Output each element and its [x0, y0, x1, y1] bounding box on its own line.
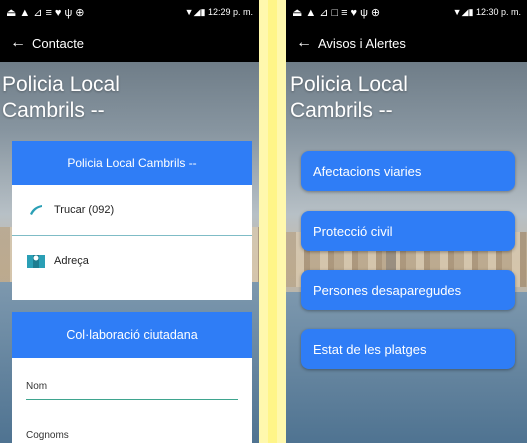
page-title: Policia Local Cambrils --: [290, 72, 408, 124]
name-field-underline: [26, 399, 238, 400]
name-field[interactable]: Nom: [26, 381, 238, 400]
phone-icon: [26, 201, 46, 219]
status-bar: ⏏▲⊿≡♥ψ⊕ ▼◢▮ 12:29 p. m.: [0, 0, 259, 24]
clock-text: 12:29 p. m.: [207, 6, 253, 17]
missing-persons-button[interactable]: Persones desaparegudes: [301, 270, 515, 310]
call-label: Trucar (092): [54, 204, 115, 216]
contact-card-header: Policia Local Cambrils --: [12, 141, 252, 185]
map-icon: [26, 252, 46, 270]
notification-icons: ⏏▲⊿□≡♥ψ⊕: [292, 6, 384, 19]
name-field-label: Nom: [26, 381, 48, 392]
signal-icon: ▼◢▮: [452, 6, 476, 17]
signal-icon: ▼◢▮: [184, 6, 208, 17]
road-disruptions-button[interactable]: Afectacions viaries: [301, 151, 515, 191]
app-bar-title: Contacte: [32, 35, 85, 51]
phone-screen-avisos: ⏏▲⊿□≡♥ψ⊕ ▼◢▮ 12:30 p. m. ← Avisos i Aler…: [286, 0, 527, 443]
notification-icons: ⏏▲⊿≡♥ψ⊕: [6, 6, 88, 19]
page-title-line2: Cambrils --: [2, 99, 105, 122]
app-bar-title: Avisos i Alertes: [318, 35, 406, 51]
back-arrow-icon[interactable]: ←: [4, 34, 32, 52]
status-bar: ⏏▲⊿□≡♥ψ⊕ ▼◢▮ 12:30 p. m.: [286, 0, 527, 24]
beach-status-button[interactable]: Estat de les platges: [301, 329, 515, 369]
background-stripe: [268, 0, 286, 443]
status-time: ▼◢▮ 12:29 p. m.: [185, 7, 253, 18]
page-title: Policia Local Cambrils --: [2, 72, 120, 124]
clock-text: 12:30 p. m.: [475, 6, 521, 17]
address-label: Adreça: [54, 255, 89, 267]
app-bar: ← Contacte: [0, 24, 259, 62]
surname-field-label: Cognoms: [26, 430, 69, 441]
surname-field[interactable]: Cognoms: [26, 430, 238, 441]
page-title-line2: Cambrils --: [290, 99, 393, 122]
back-arrow-icon[interactable]: ←: [290, 34, 318, 52]
page-title-line1: Policia Local: [290, 73, 408, 96]
status-time: ▼◢▮ 12:30 p. m.: [453, 7, 521, 18]
civil-protection-button[interactable]: Protecció civil: [301, 211, 515, 251]
contact-card: Trucar (092) Adreça: [12, 185, 252, 300]
app-bar: ← Avisos i Alertes: [286, 24, 527, 62]
collaboration-header: Col·laboració ciutadana: [12, 312, 252, 358]
page-title-line1: Policia Local: [2, 73, 120, 96]
call-row[interactable]: Trucar (092): [12, 185, 252, 235]
phone-screen-contacte: ⏏▲⊿≡♥ψ⊕ ▼◢▮ 12:29 p. m. ← Contacte Polic…: [0, 0, 259, 443]
address-row[interactable]: Adreça: [12, 236, 252, 286]
